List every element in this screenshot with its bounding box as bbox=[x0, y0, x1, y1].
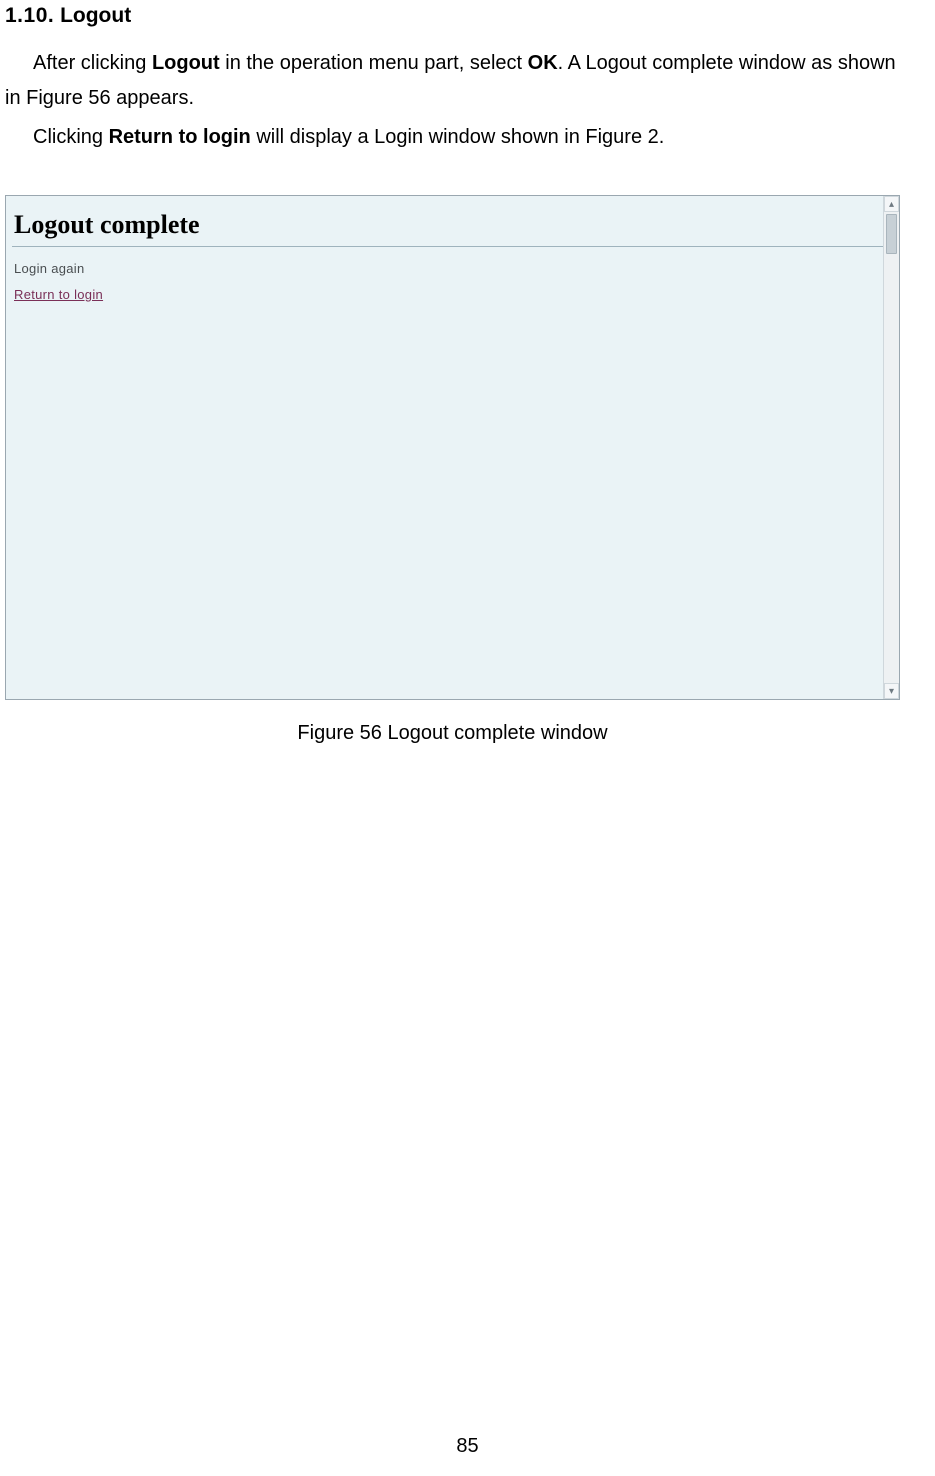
section-title: Logout bbox=[60, 4, 131, 27]
logout-complete-window: Logout complete Login again Return to lo… bbox=[5, 195, 900, 700]
paragraph-2: Clicking Return to login will display a … bbox=[5, 120, 900, 155]
p1-bold-ok: OK bbox=[528, 52, 558, 74]
figure-caption: Figure 56 Logout complete window bbox=[5, 722, 900, 745]
section-number: 1.10. bbox=[5, 4, 54, 27]
scroll-up-arrow-icon[interactable]: ▴ bbox=[884, 196, 899, 212]
paragraph-1: After clicking Logout in the operation m… bbox=[5, 46, 900, 116]
figure-56: Logout complete Login again Return to lo… bbox=[5, 195, 900, 745]
p1-bold-logout: Logout bbox=[152, 52, 220, 74]
p2-text-c: will display a Login window shown in Fig… bbox=[251, 126, 665, 148]
scroll-down-arrow-icon[interactable]: ▾ bbox=[884, 683, 899, 699]
p1-text-c: in the operation menu part, select bbox=[220, 52, 528, 74]
return-to-login-link[interactable]: Return to login bbox=[14, 287, 103, 302]
logout-complete-heading: Logout complete bbox=[14, 210, 887, 240]
p2-text-a: Clicking bbox=[33, 126, 109, 148]
p2-bold-return: Return to login bbox=[109, 126, 251, 148]
page-number: 85 bbox=[0, 1435, 935, 1458]
p1-text-a: After clicking bbox=[33, 52, 152, 74]
scroll-thumb[interactable] bbox=[886, 214, 897, 254]
document-page: 1.10. Logout After clicking Logout in th… bbox=[0, 0, 935, 745]
login-again-label: Login again bbox=[14, 261, 887, 276]
vertical-scrollbar[interactable]: ▴ ▾ bbox=[883, 196, 899, 699]
section-heading: 1.10. Logout bbox=[5, 4, 900, 28]
divider bbox=[12, 246, 887, 247]
